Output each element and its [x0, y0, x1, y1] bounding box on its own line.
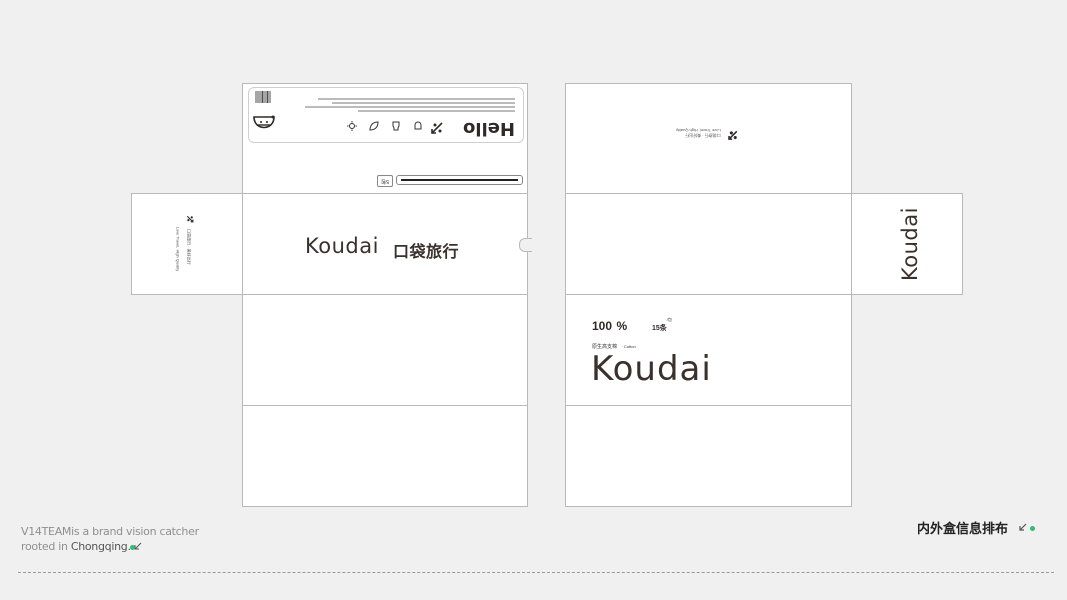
top-slogan-en: Love Travel, High Quality	[676, 128, 721, 134]
arrow-icon	[134, 539, 142, 554]
side-logo-koudai: Koudai	[898, 207, 922, 281]
green-dot-icon	[130, 545, 135, 550]
green-dot-icon	[1030, 526, 1035, 531]
tagline-rest: is a brand vision catcher	[71, 525, 199, 538]
left-front-panel: Koudai 口袋旅行	[242, 193, 532, 295]
left-top-panel: Hello 5包	[242, 83, 528, 194]
mascot-icon	[251, 110, 277, 139]
arrow-icon	[1018, 519, 1028, 537]
cup-icon	[413, 116, 423, 134]
travel-arrow-icon	[725, 124, 739, 143]
left-bottom-panel-1	[242, 294, 528, 406]
tagline-prefix: rooted in	[21, 540, 71, 553]
left-bottom-panel-2	[242, 405, 528, 507]
count-unit: /包	[666, 317, 672, 322]
right-top-panel: 口袋旅行 · 美好出行 Love Travel, High Quality	[565, 83, 852, 194]
sun-icon	[347, 116, 357, 134]
hello-text: Hello	[463, 118, 515, 139]
percent-block: 100 % 原生高支棉 · Cotton	[592, 317, 636, 353]
main-logo-koudai: Koudai	[591, 349, 712, 389]
bottle-icon	[391, 116, 401, 134]
logo-cn: 口袋旅行	[393, 242, 460, 261]
side-flap-en: Love Travel, High Quality	[175, 226, 181, 272]
percent-value: 100	[592, 319, 613, 333]
percent-sign: %	[616, 319, 628, 333]
footer-tagline: V14TEAMis a brand vision catcher rooted …	[21, 524, 199, 554]
logo-koudai: Koudai	[305, 234, 379, 258]
notch	[519, 238, 532, 252]
travel-arrow-icon	[427, 120, 445, 138]
dashed-divider	[18, 572, 1054, 573]
right-side-flap: Koudai	[851, 193, 963, 295]
tear-strip	[396, 175, 523, 185]
team-name: V14TEAM	[21, 525, 72, 538]
tagline-city: Chongqing.	[70, 540, 131, 553]
count-value: 15条	[652, 325, 667, 332]
leaf-icon	[369, 116, 379, 134]
info-text-block	[253, 92, 515, 114]
right-bottom-panel	[565, 405, 852, 507]
count-block: 15条/包	[652, 317, 672, 335]
info-label: Hello	[248, 87, 524, 143]
barcode-icon	[255, 86, 271, 104]
size-tag: 5包	[377, 175, 393, 187]
right-main-panel: 100 % 原生高支棉 · Cotton 15条/包 Koudai	[565, 294, 852, 406]
top-slogan-cn: 口袋旅行 · 美好出行	[685, 133, 721, 139]
section-title: 内外盒信息排布	[917, 521, 1009, 536]
left-side-flap: 口袋旅行 · 美好出行 Love Travel, High Quality	[131, 193, 243, 295]
right-front-panel	[565, 193, 852, 295]
side-flap-logo: 口袋旅行 · 美好出行 Love Travel, High Quality	[172, 210, 202, 280]
travel-arrow-icon	[181, 215, 199, 225]
top-slogan: 口袋旅行 · 美好出行 Love Travel, High Quality	[676, 124, 739, 143]
side-flap-cn: 口袋旅行 · 美好出行	[187, 229, 193, 265]
